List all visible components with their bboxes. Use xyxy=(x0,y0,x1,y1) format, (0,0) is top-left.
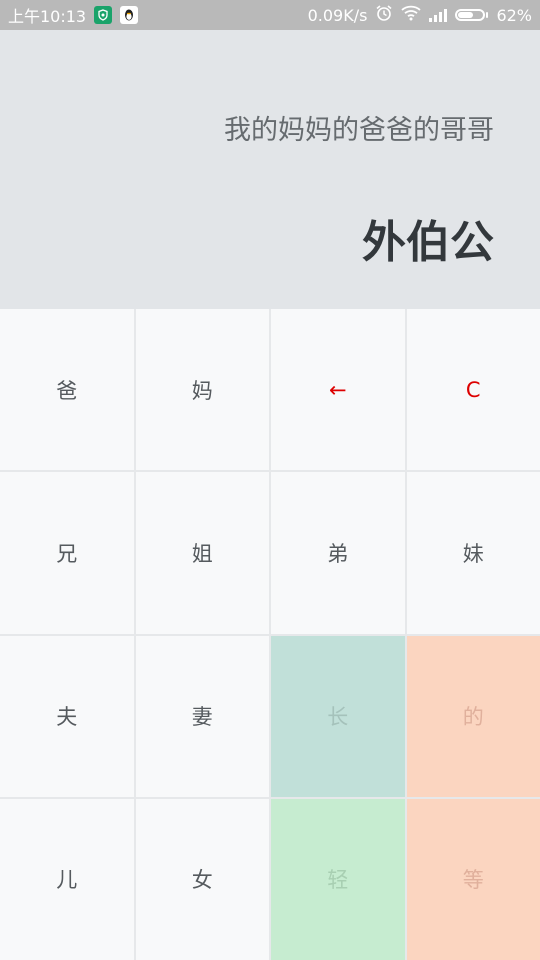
clear-button[interactable]: C xyxy=(406,309,540,471)
battery-percent: 62% xyxy=(496,5,532,25)
equals-button[interactable]: 等 xyxy=(406,798,540,960)
key-younger-sister[interactable]: 妹 xyxy=(406,472,540,634)
backspace-button[interactable]: ← xyxy=(271,309,405,471)
battery-fill xyxy=(458,12,473,18)
status-time: 上午10:13 xyxy=(8,7,87,26)
key-of[interactable]: 的 xyxy=(406,635,540,797)
keypad: 爸 妈 ← C 兄 姐 弟 妹 夫 妻 长 的 儿 女 轻 等 xyxy=(0,309,540,960)
expression-text: 我的妈妈的爸爸的哥哥 xyxy=(224,115,494,146)
key-daughter[interactable]: 女 xyxy=(135,798,269,960)
key-elder-brother[interactable]: 兄 xyxy=(0,472,134,634)
battery-icon xyxy=(455,9,489,21)
key-younger-brother[interactable]: 弟 xyxy=(271,472,405,634)
key-father[interactable]: 爸 xyxy=(0,309,134,471)
shield-icon xyxy=(94,6,113,24)
alarm-clock-icon xyxy=(375,4,393,26)
key-wife[interactable]: 妻 xyxy=(135,635,269,797)
key-son[interactable]: 儿 xyxy=(0,798,134,960)
signal-bars-icon xyxy=(429,8,448,22)
key-mother[interactable]: 妈 xyxy=(135,309,269,471)
wifi-icon xyxy=(401,5,422,25)
key-elder-sister[interactable]: 姐 xyxy=(135,472,269,634)
key-elder[interactable]: 长 xyxy=(271,635,405,797)
key-husband[interactable]: 夫 xyxy=(0,635,134,797)
qq-penguin-icon xyxy=(120,6,139,24)
result-display: 我的妈妈的爸爸的哥哥 外伯公 xyxy=(0,30,540,309)
result-text: 外伯公 xyxy=(362,217,494,268)
network-speed: 0.09K/s xyxy=(307,5,368,25)
status-bar: 上午10:13 0.09K/s 62% xyxy=(0,0,540,30)
key-younger[interactable]: 轻 xyxy=(271,798,405,960)
